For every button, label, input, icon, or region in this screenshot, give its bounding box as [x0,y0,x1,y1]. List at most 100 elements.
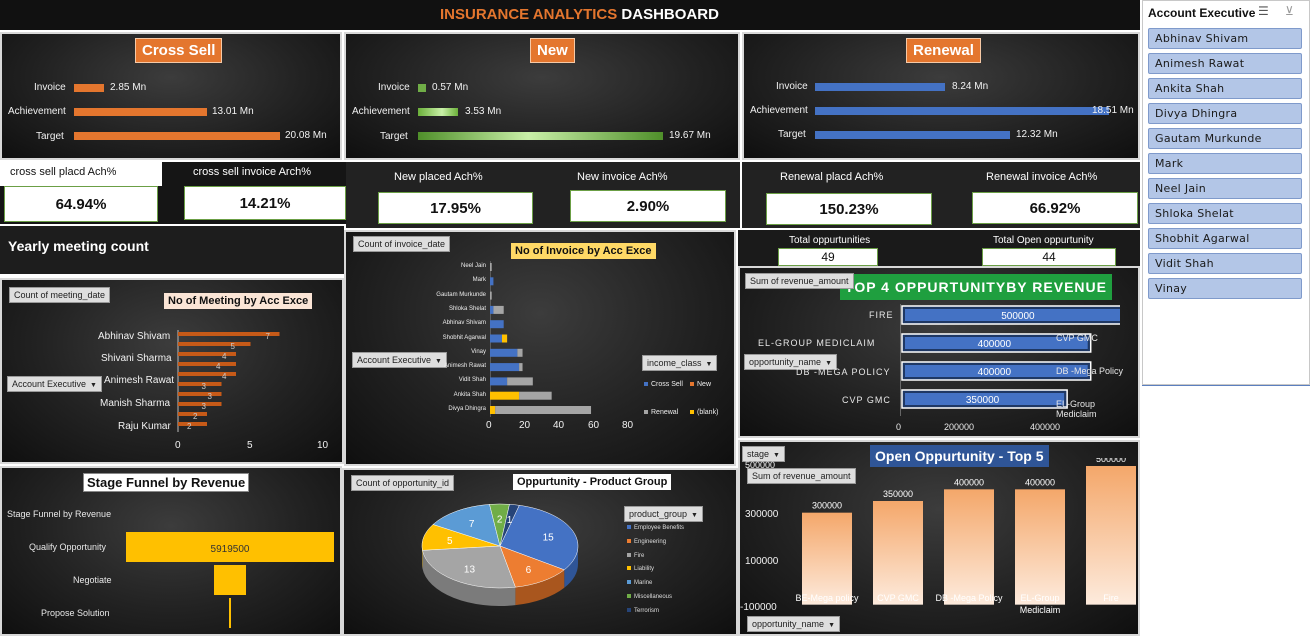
open-top5-bar-label: 350000 [883,489,913,499]
new-target-label: Target [380,131,408,142]
pie-svg: 15 6 13 5 7 2 1 [421,503,579,606]
invoice-bar-cross-sell [490,320,504,329]
invoice-bar-renewal [490,291,492,300]
open-top5-x-label: BE-Mega policy [795,593,859,603]
pie-legend-swatch [627,580,631,585]
invoice-y-label: Divya Dhingra [448,406,486,412]
invoice-bar-renewal [490,263,492,271]
filter-funnel-icon: ▼ [828,622,835,629]
pie-legend-button[interactable]: product_group ▼ [624,506,703,522]
pie-field-button[interactable]: Count of opportunity_id [351,475,455,491]
slicer-item[interactable]: Gautam Murkunde [1148,128,1302,149]
top4-y-label-1: FIRE [869,310,894,320]
meeting-x-tick-2: 10 [317,440,329,451]
meeting-bar-label: 7 [266,332,271,341]
top4-field-button[interactable]: Sum of revenue_amount [745,273,854,289]
meeting-bar [178,382,222,386]
total-opp-label: Total oppurtunities [789,235,871,246]
meeting-bar-label: 4 [222,372,227,381]
cs-target-label: Target [36,131,64,142]
open-top5-x-label: EL-Group [1020,593,1059,603]
funnel-label-1: Qualify Opportunity [29,542,107,552]
open-top5-bar-label: 400000 [954,477,984,487]
new-target-bar [418,132,663,140]
cs-target-bar [74,132,280,140]
slicer-item[interactable]: Vidit Shah [1148,253,1302,274]
invoice-filter-label: Account Executive [357,355,432,365]
meeting-field-button[interactable]: Count of meeting_date [9,287,111,303]
cs-achievement-label: Achievement [8,106,66,117]
invoice-legend-cross-sell: Cross Sell [644,381,683,388]
meeting-bar-label: 2 [187,422,192,431]
slicer-item[interactable]: Mark [1148,153,1302,174]
pie-legend-label: Engineering [634,538,667,545]
pie-legend-item: Liability [627,566,654,572]
pie-legend-item: Miscellaneous [627,594,672,600]
invoice-bar-renewal [517,348,523,357]
slicer-item[interactable]: Vinay [1148,278,1302,299]
ren-invoice-bar [815,83,945,91]
slicer-item[interactable]: Divya Dhingra [1148,103,1302,124]
pie-legend-swatch [627,552,631,557]
top4-bar-label: 350000 [966,395,1000,406]
meeting-bar [178,402,222,406]
invoice-bar-renewal [493,305,504,314]
slicer-item[interactable]: Animesh Rawat [1148,53,1302,74]
slicer-item[interactable]: Abhinav Shivam [1148,28,1302,49]
meeting-bar [178,362,236,366]
invoice-y-label: Gautam Murkunde [436,291,486,298]
slicer-item[interactable]: Neel Jain [1148,178,1302,199]
meeting-bar-label: 3 [202,382,207,391]
invoice-field-button[interactable]: Count of invoice_date [353,236,451,252]
slicer-item[interactable]: Shobhit Agarwal [1148,228,1302,249]
pie-legend-label: Miscellaneous [634,594,673,600]
meeting-bar [178,392,222,396]
ren-kpi2-value: 66.92% [972,192,1138,224]
top4-y-label-4: CVP GMC [842,395,891,405]
new-invoice-value: 0.57 Mn [432,82,469,93]
meeting-y-label-4: Manish Sharma [100,398,171,409]
cs-kpi1-value: 64.94% [4,186,158,222]
ren-target-value: 12.32 Mn [1016,129,1058,140]
meeting-bar-label: 5 [231,342,236,351]
invoice-x-tick-4: 80 [622,420,634,431]
open-top5-bar [802,512,852,605]
invoice-y-label: Mark [472,277,486,284]
meeting-bars: 7544433322 [177,330,280,432]
new-target-value: 19.67 Mn [669,130,711,141]
invoice-x-tick-1: 20 [519,420,531,431]
ren-kpi1-label: Renewal placd Ach% [780,171,884,183]
invoice-chart-title: No of Invoice by Acc Exce [511,243,656,259]
dashboard-title: INSURANCE ANALYTICS DASHBOARD [440,6,719,23]
yearly-meeting-label: Yearly meeting count [8,238,149,254]
pie-data-label: 15 [543,532,555,543]
open-top5-filter-button[interactable]: opportunity_name ▼ [747,616,840,632]
top4-y-label-2: EL-GROUP MEDICLAIM [758,338,876,348]
cs-invoice-label: Invoice [34,82,66,93]
slicer-item[interactable]: Shloka Shelat [1148,203,1302,224]
pie-legend-label: Fire [634,552,645,559]
invoice-legend-blank: (blank) [690,409,718,416]
slicer-item[interactable]: Ankita Shah [1148,78,1302,99]
funnel-label-3: Propose Solution [41,608,110,618]
pie-legend-item: Employee Benefits [627,525,684,531]
meeting-filter-button[interactable]: Account Executive ▼ [7,376,102,392]
open-top5-x-label: Mediclaim [1020,605,1061,615]
ren-kpi1-value: 150.23% [766,193,932,225]
multi-select-icon[interactable]: ☰ [1258,4,1269,18]
invoice-bar-renewal [519,363,523,372]
invoice-bars [490,261,592,417]
dropdown-icon: ▼ [435,358,442,365]
pie-legend-swatch [627,594,631,598]
clear-filter-icon[interactable]: ⊻ [1285,4,1294,18]
new-kpi2-label: New invoice Ach% [577,171,668,183]
invoice-legend-button[interactable]: income_class ▼ [642,355,718,371]
open-top5-bars: 300000 BE-Mega policy 350000 CVP GMC 400000 D… [795,458,1136,615]
pie-legend-swatch [627,607,631,612]
ren-achievement-label: Achievement [750,105,808,116]
new-achievement-value: 3.53 Mn [465,106,502,117]
ren-achievement-bar [815,107,1109,115]
invoice-filter-button[interactable]: Account Executive ▼ [352,352,447,368]
pie-data-label: 6 [526,565,532,576]
funnel-bars: 5919500 [126,532,334,628]
